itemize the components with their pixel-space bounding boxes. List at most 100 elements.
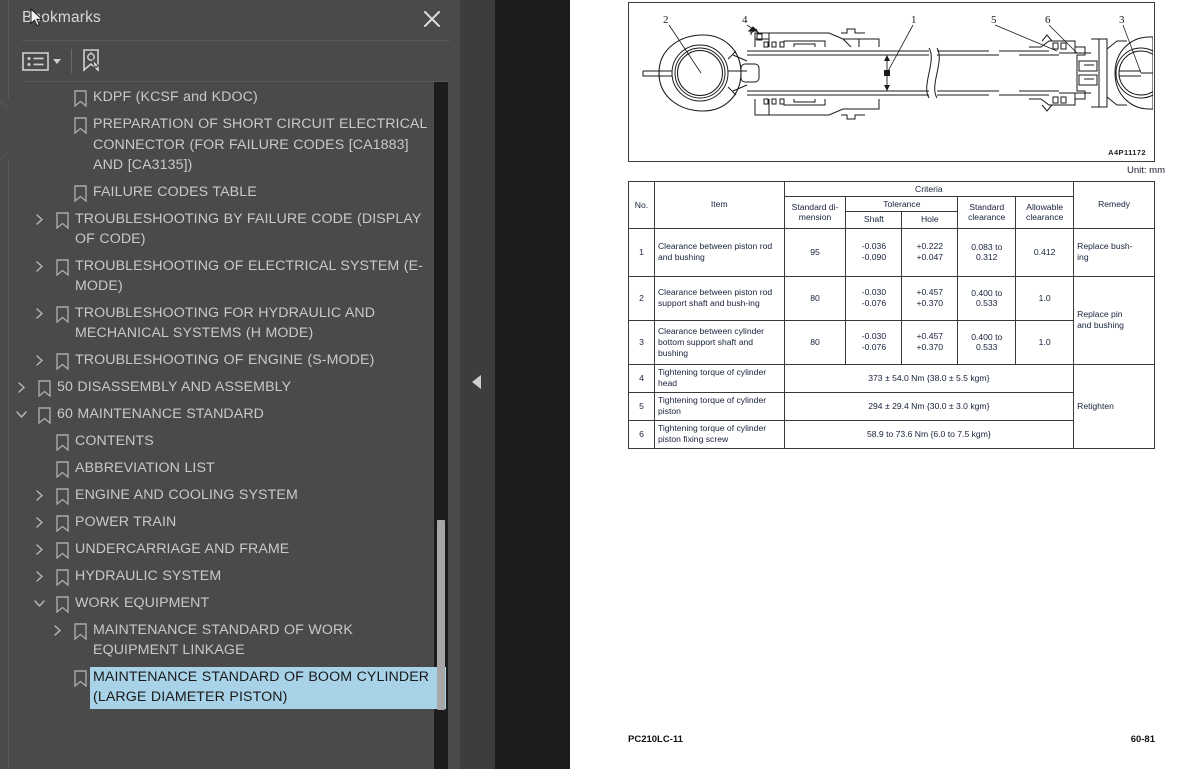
bookmark-item[interactable]: KDPF (KCSF and KDOC) (9, 84, 446, 111)
bookmark-icon (69, 620, 93, 641)
chevron-right-icon[interactable] (29, 303, 51, 324)
chevron-right-icon[interactable] (29, 256, 51, 277)
table-row: 1 Clearance between piston rod and bushi… (628, 227, 1155, 277)
toolbar-separator (71, 49, 72, 73)
hole-upper: +0.222 (916, 240, 944, 251)
bookmark-label: WORK EQUIPMENT (75, 594, 210, 611)
bookmark-icon (51, 539, 75, 560)
bookmark-item[interactable]: 60 MAINTENANCE STANDARD (9, 401, 446, 428)
th-allowable-clearance: Allowable clearance (1015, 196, 1075, 229)
th-criteria: Criteria (783, 181, 1075, 197)
chevron-right-icon[interactable] (29, 566, 51, 587)
panel-collapse-button[interactable] (460, 0, 495, 769)
panel-resize-notch[interactable] (0, 100, 9, 160)
bookmark-icon (51, 303, 75, 324)
bookmark-item[interactable]: FAILURE CODES TABLE (9, 179, 446, 206)
shaft-lower: -0.076 (861, 298, 887, 308)
bookmark-item[interactable]: TROUBLESHOOTING BY FAILURE CODE (DISPLAY… (9, 206, 446, 253)
chevron-right-icon[interactable] (11, 377, 33, 398)
bookmark-item-selected[interactable]: MAINTENANCE STANDARD OF BOOM CYLINDER (L… (9, 664, 446, 712)
cell-no: 5 (628, 391, 655, 421)
bookmark-item[interactable]: WORK EQUIPMENT (9, 590, 446, 617)
bookmark-label: TROUBLESHOOTING FOR HYDRAULIC AND MECHAN… (75, 304, 376, 342)
chevron-right-icon[interactable] (29, 512, 51, 533)
hole-lower: +0.370 (916, 342, 944, 352)
cell-standard-dimension: 80 (783, 319, 847, 365)
chevron-right-icon[interactable] (47, 620, 69, 641)
cell-torque: 373 ± 54.0 Nm {38.0 ± 5.5 kgm} (783, 363, 1075, 393)
bookmark-item[interactable]: TROUBLESHOOTING FOR HYDRAULIC AND MECHAN… (9, 300, 446, 347)
list-options-icon[interactable] (22, 50, 66, 72)
cell-remedy: Replace bush-ing (1073, 227, 1155, 277)
cell-standard-clearance: 0.083 to 0.312 (957, 227, 1017, 277)
bookmark-icon (33, 404, 57, 425)
th-standard-dimension: Standard di-mension (783, 196, 847, 229)
bookmark-item[interactable]: POWER TRAIN (9, 509, 446, 536)
unit-label: Unit: mm (1127, 165, 1165, 176)
bookmarks-header: Bookmarks (9, 0, 460, 40)
viewer-background (495, 0, 570, 769)
chevron-down-icon[interactable] (11, 404, 33, 425)
bookmark-label: ABBREVIATION LIST (75, 459, 215, 476)
figure-callout-4: 4 (742, 14, 748, 26)
bookmark-item[interactable]: TROUBLESHOOTING OF ELECTRICAL SYSTEM (E-… (9, 253, 446, 300)
chevron-right-icon[interactable] (29, 539, 51, 560)
chevron-right-icon[interactable] (29, 209, 51, 230)
cell-torque: 294 ± 29.4 Nm {30.0 ± 3.0 kgm} (783, 391, 1075, 421)
bookmark-label: TROUBLESHOOTING BY FAILURE CODE (DISPLAY… (75, 210, 422, 248)
bookmark-item[interactable]: MAINTENANCE STANDARD OF WORK EQUIPMENT L… (9, 617, 446, 664)
cell-remedy: Retighten (1073, 363, 1155, 449)
new-bookmark-icon[interactable] (79, 48, 105, 74)
bookmark-item[interactable]: ABBREVIATION LIST (9, 455, 446, 482)
bookmark-label: ENGINE AND COOLING SYSTEM (75, 486, 298, 503)
bookmark-icon (51, 431, 75, 452)
bookmark-item[interactable]: CONTENTS (9, 428, 446, 455)
bookmark-item[interactable]: ENGINE AND COOLING SYSTEM (9, 482, 446, 509)
cell-shaft: -0.030 -0.076 (845, 319, 903, 365)
cell-item: Clearance between piston rod support sha… (653, 275, 785, 321)
bookmark-item[interactable]: UNDERCARRIAGE AND FRAME (9, 536, 446, 563)
hole-upper: +0.457 (916, 330, 944, 341)
pdf-viewer-window: Bookmarks KDPF (KCSF and KDOC) PREPARATI… (0, 0, 1200, 769)
bookmarks-title: Bookmarks (22, 9, 101, 26)
cell-shaft: -0.036 -0.090 (845, 227, 903, 277)
bookmark-label: POWER TRAIN (75, 513, 177, 530)
bookmark-label: MAINTENANCE STANDARD OF BOOM CYLINDER (L… (90, 666, 446, 709)
bookmark-item[interactable]: PREPARATION OF SHORT CIRCUIT ELECTRICAL … (9, 111, 446, 179)
bookmark-item[interactable]: TROUBLESHOOTING OF ENGINE (S-MODE) (9, 347, 446, 374)
th-shaft: Shaft (845, 211, 903, 229)
bookmark-icon (69, 667, 93, 688)
chevron-right-icon[interactable] (29, 350, 51, 371)
tree-scrollbar-thumb[interactable] (437, 520, 445, 710)
chevron-right-icon[interactable] (29, 485, 51, 506)
chevron-down-icon[interactable] (29, 593, 51, 614)
cell-no: 2 (628, 275, 655, 321)
cell-shaft: -0.030 -0.076 (845, 275, 903, 321)
footer-page-number: 60-81 (1130, 734, 1155, 745)
table-row: 4 Tightening torque of cylinder head 373… (628, 363, 1155, 449)
bookmark-item[interactable]: HYDRAULIC SYSTEM (9, 563, 446, 590)
bookmark-icon (51, 512, 75, 533)
shaft-lower: -0.076 (861, 342, 887, 352)
cell-item: Tightening torque of cylinder piston (653, 391, 785, 421)
cell-no: 3 (628, 319, 655, 365)
th-tolerance: Tolerance (845, 196, 959, 212)
bookmark-icon (69, 87, 93, 108)
cell-no: 1 (628, 227, 655, 277)
cell-allowable-clearance: 1.0 (1015, 319, 1075, 365)
bookmark-item[interactable]: 50 DISASSEMBLY AND ASSEMBLY (9, 374, 446, 401)
bookmark-label: 50 DISASSEMBLY AND ASSEMBLY (57, 378, 292, 395)
bookmark-label: TROUBLESHOOTING OF ENGINE (S-MODE) (75, 351, 375, 368)
cell-item: Clearance between piston rod and bushing (653, 227, 785, 277)
bookmark-icon (51, 458, 75, 479)
bookmarks-toolbar (9, 41, 460, 81)
cell-hole: +0.222 +0.047 (901, 227, 959, 277)
bookmark-icon (51, 593, 75, 614)
cell-allowable-clearance: 0.412 (1015, 227, 1075, 277)
bookmarks-panel: Bookmarks KDPF (KCSF and KDOC) PREPARATI… (0, 0, 460, 769)
document-page: 2 4 1 5 6 3 A4P11172 Unit: mm No. Item C… (570, 0, 1200, 769)
close-icon[interactable] (420, 7, 444, 31)
cell-standard-clearance: 0.400 to 0.533 (957, 319, 1017, 365)
bookmark-label: HYDRAULIC SYSTEM (75, 567, 222, 584)
hole-lower: +0.047 (916, 252, 944, 262)
